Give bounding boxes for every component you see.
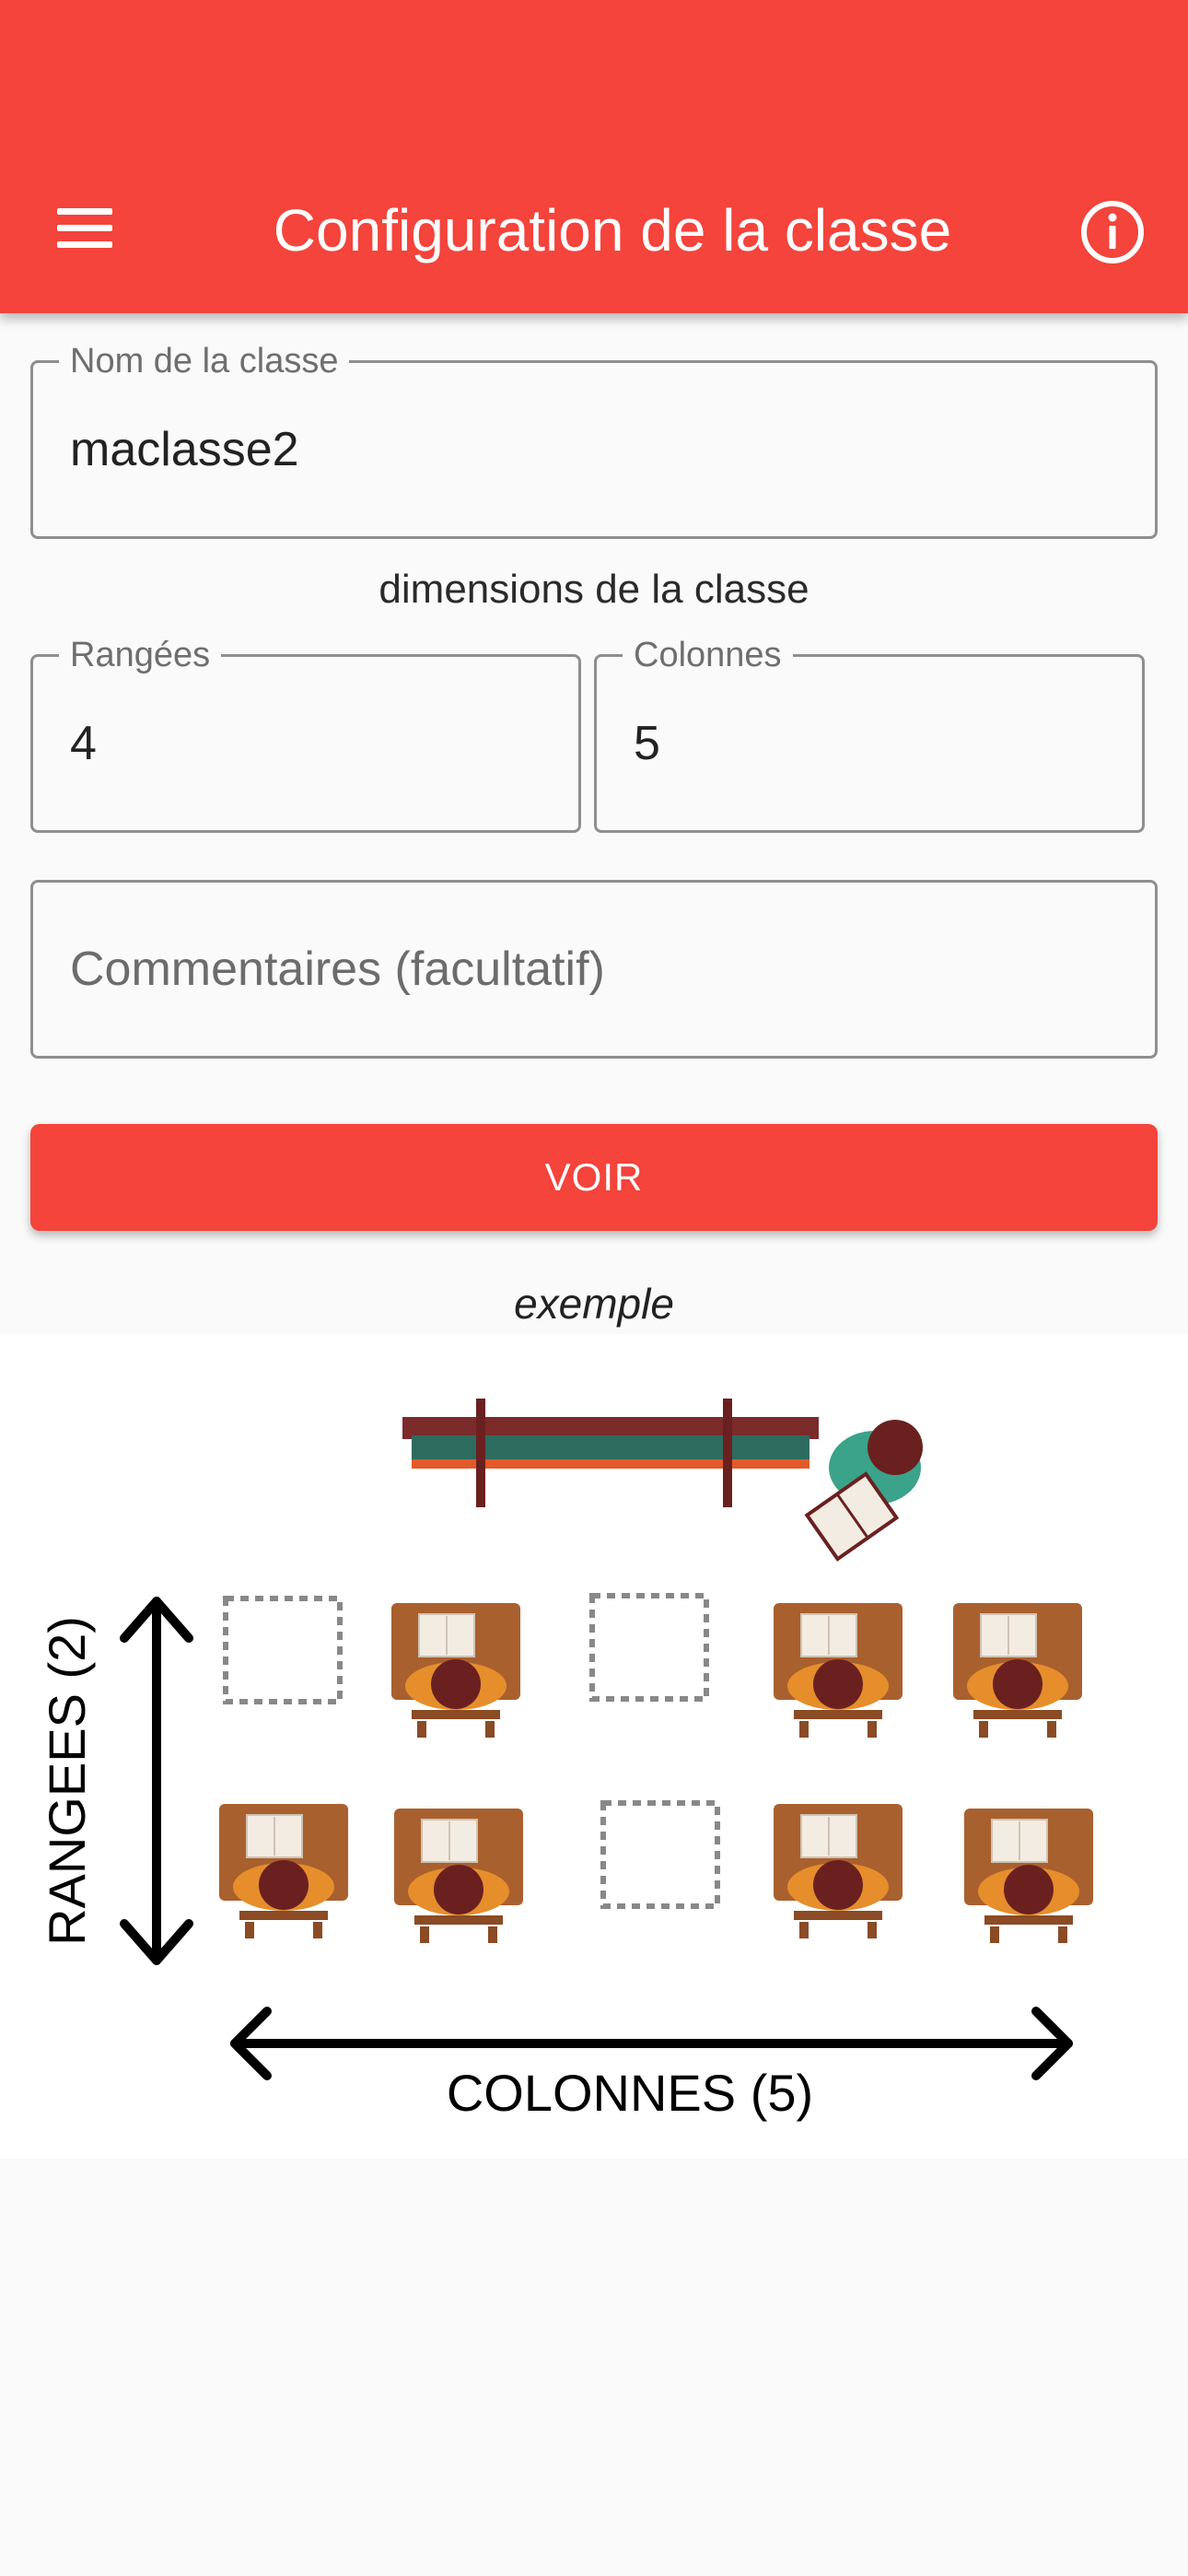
- columns-field[interactable]: Colonnes 5: [594, 635, 1145, 833]
- rows-axis-label: RANGEES (2): [38, 1616, 96, 1946]
- classroom-diagram: RANGEES (2) COLONNES (5): [38, 1399, 1094, 2122]
- vertical-arrow-icon: [120, 1597, 193, 1965]
- student-desk-icon: [390, 1602, 521, 1739]
- info-circle-icon[interactable]: [1076, 195, 1149, 269]
- student-desk-icon: [963, 1808, 1094, 1944]
- student-desk-icon: [773, 1803, 903, 1939]
- empty-seat-icon: [603, 1803, 717, 1906]
- columns-input[interactable]: 5: [634, 657, 1124, 830]
- app-bar: Configuration de la classe: [0, 0, 1188, 313]
- comments-field[interactable]: Commentaires (facultatif): [30, 880, 1158, 1059]
- columns-axis-label: COLONNES (5): [447, 2064, 813, 2122]
- teacher-icon: [804, 1420, 923, 1562]
- student-desk-icon: [393, 1808, 524, 1944]
- page-title: Configuration de la classe: [273, 197, 952, 263]
- dimensions-heading: dimensions de la classe: [379, 567, 809, 612]
- class-name-field[interactable]: Nom de la classe maclasse2: [30, 341, 1158, 539]
- example-caption: exemple: [514, 1280, 674, 1328]
- empty-seat-icon: [226, 1598, 340, 1702]
- blackboard-icon: [402, 1399, 819, 1507]
- classroom-example-illustration: RANGEES (2) COLONNES (5): [0, 1334, 1188, 2159]
- voir-button[interactable]: VOIR: [30, 1124, 1158, 1231]
- student-desk-icon: [773, 1602, 903, 1739]
- rows-field[interactable]: Rangées 4: [30, 635, 581, 833]
- student-desk-icon: [218, 1803, 349, 1939]
- hamburger-menu-icon[interactable]: [48, 195, 122, 262]
- empty-seat-icon: [592, 1596, 706, 1699]
- student-desk-icon: [952, 1602, 1083, 1739]
- class-name-input[interactable]: maclasse2: [70, 363, 1136, 536]
- comments-input[interactable]: Commentaires (facultatif): [70, 883, 1136, 1056]
- rows-input[interactable]: 4: [70, 657, 560, 830]
